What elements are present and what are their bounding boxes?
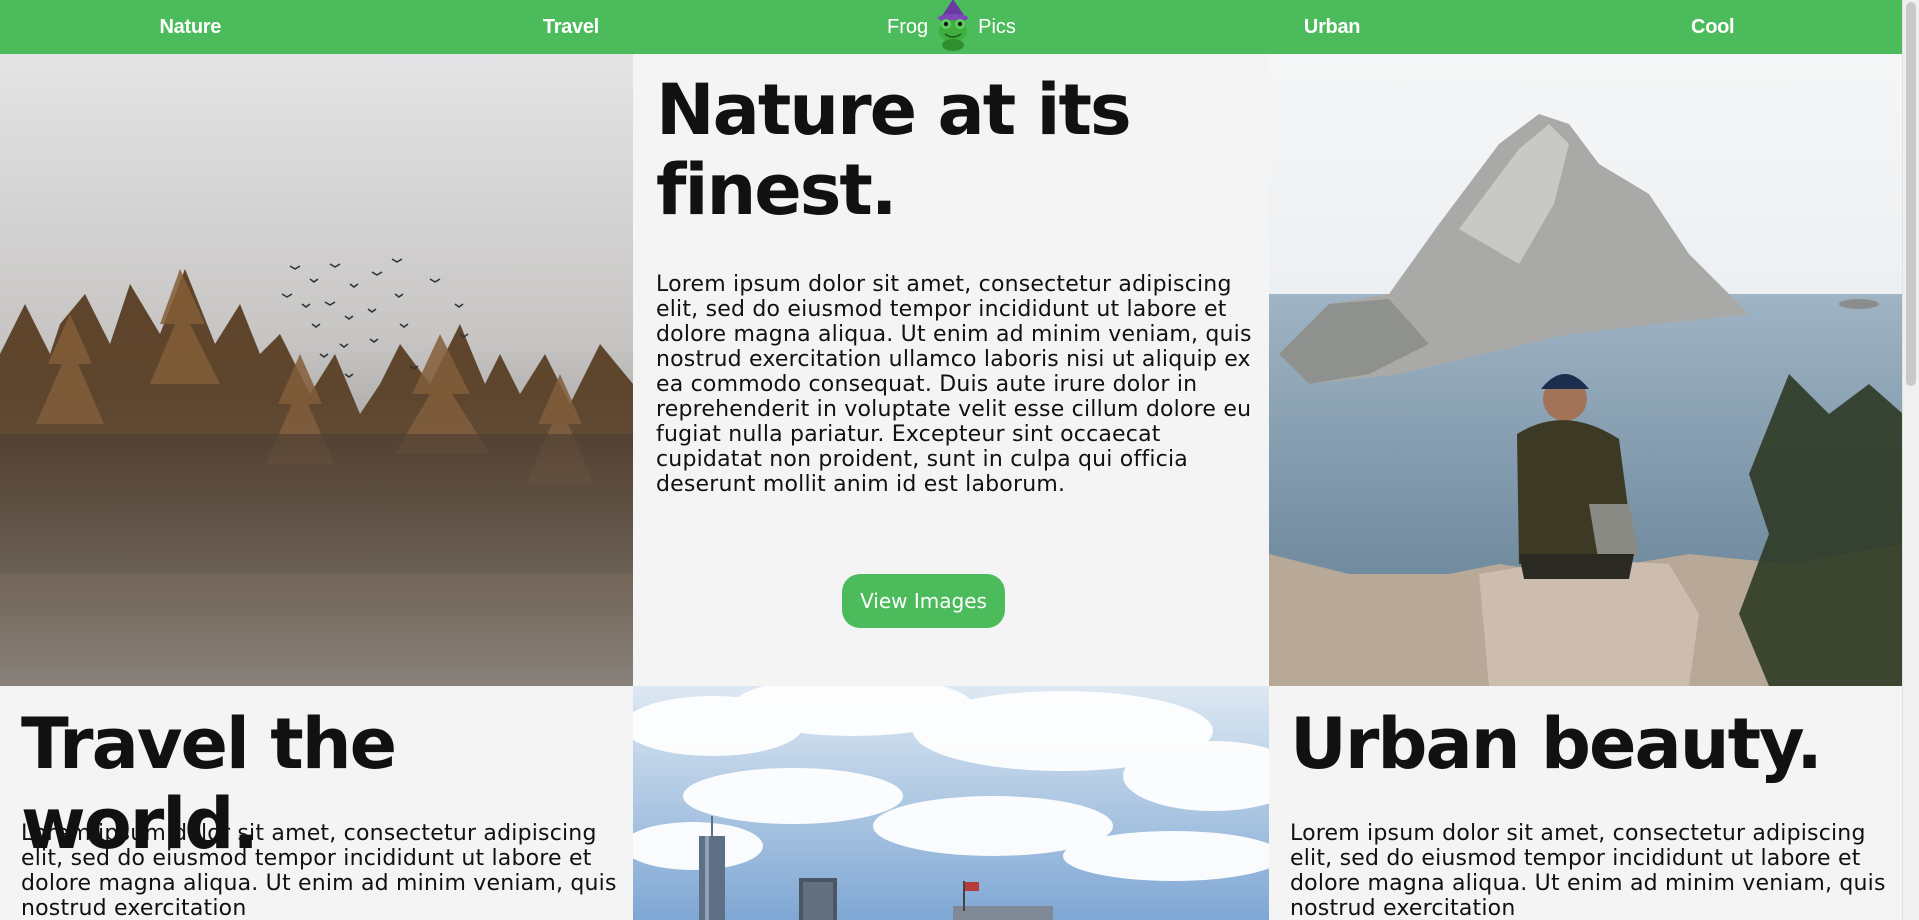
brand-text-right: Pics (978, 15, 1016, 38)
urban-body: Lorem ipsum dolor sit amet, consectetur … (1290, 821, 1886, 920)
frog-wizard-icon (938, 0, 969, 51)
view-images-button[interactable]: View Images (842, 574, 1005, 628)
nav-link-cool[interactable]: Cool (1522, 16, 1903, 39)
travel-section: Travel the world. Lorem ipsum dolor sit … (0, 686, 633, 920)
urban-title: Urban beauty. (1290, 703, 1823, 785)
forest-photo (0, 54, 633, 686)
nav-link-nature[interactable]: Nature (0, 16, 381, 39)
top-nav: Nature Travel Frog Pics Urban Cool (0, 0, 1903, 54)
nature-body: Lorem ipsum dolor sit amet, consectetur … (656, 272, 1252, 497)
page-scrollbar[interactable] (1902, 0, 1919, 920)
brand-text-left: Frog (887, 15, 929, 38)
coast-photo (1269, 54, 1903, 686)
scrollbar-thumb[interactable] (1906, 2, 1916, 386)
nature-title: Nature at its finest. (656, 69, 1132, 231)
city-photo (633, 686, 1269, 920)
travel-body: Lorem ipsum dolor sit amet, consectetur … (21, 821, 617, 920)
nav-link-urban[interactable]: Urban (1142, 16, 1523, 39)
urban-section: Urban beauty. Lorem ipsum dolor sit amet… (1269, 686, 1903, 920)
nav-link-travel[interactable]: Travel (381, 16, 762, 39)
nature-section: Nature at its finest. Lorem ipsum dolor … (633, 54, 1269, 686)
brand-logo[interactable]: Frog Pics (761, 0, 1142, 51)
